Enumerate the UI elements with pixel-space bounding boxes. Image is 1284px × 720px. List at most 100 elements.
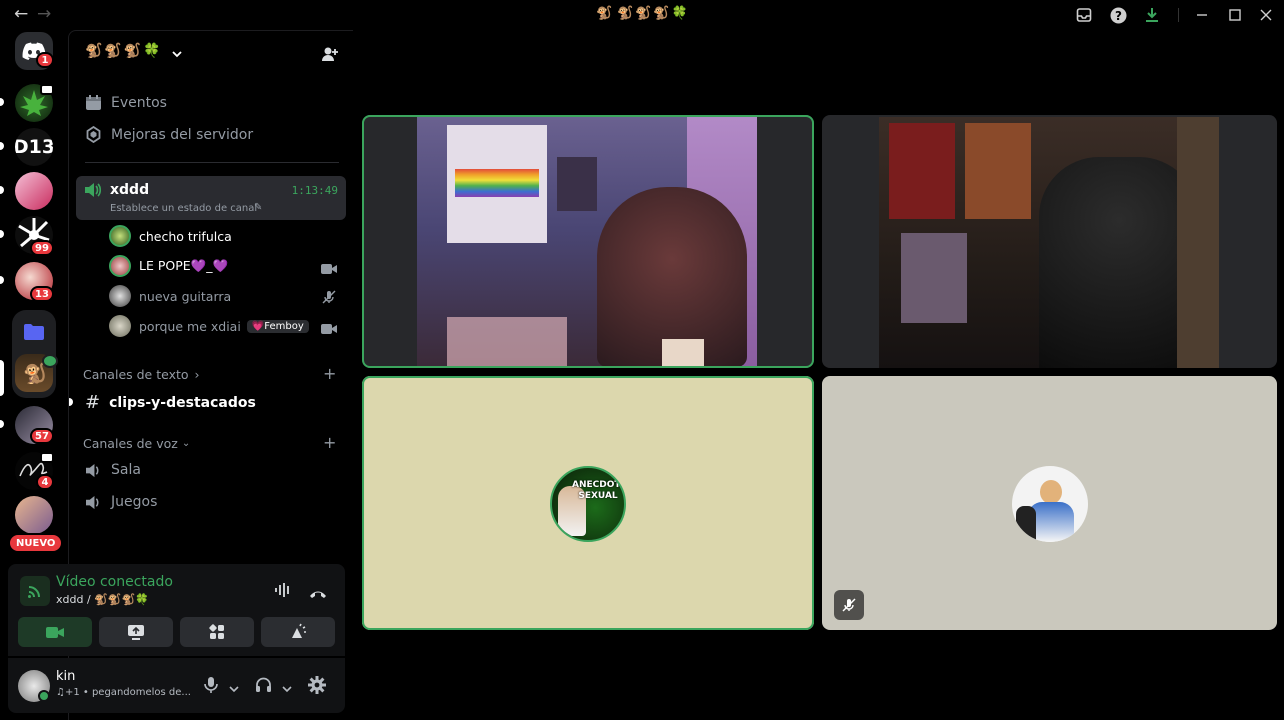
speaker-icon — [86, 495, 99, 509]
soundboard-button[interactable] — [261, 617, 335, 647]
calendar-icon — [86, 95, 101, 110]
voice-channel-name: Sala — [111, 462, 141, 478]
voice-connection-panel: Vídeo conectado xddd / 🐒🐒🐒🍀 — [8, 564, 345, 656]
avatar — [109, 225, 131, 247]
video-tile[interactable] — [822, 376, 1277, 630]
voice-active-indicator-icon — [42, 354, 58, 368]
help-icon[interactable]: ? — [1108, 5, 1128, 25]
home-badge: 1 — [36, 52, 54, 68]
text-channel[interactable]: # clips-y-destacados — [85, 392, 256, 413]
connection-status[interactable]: Vídeo conectado — [56, 574, 173, 590]
unread-pill — [0, 276, 4, 284]
user-panel: kin ♫+1 • pegandomelos de... — [8, 658, 345, 713]
call-timer: 1:13:49 — [291, 184, 338, 197]
activities-icon — [209, 624, 224, 639]
voice-participant[interactable]: porque me xdiai 💗Femboy — [109, 315, 309, 337]
hash-icon: # — [85, 392, 101, 413]
add-channel-icon[interactable]: + — [323, 364, 336, 383]
unread-pill — [0, 98, 4, 106]
boost-icon — [86, 126, 101, 143]
camera-feed — [879, 117, 1219, 368]
boost-label: Mejoras del servidor — [111, 126, 254, 143]
video-tile[interactable] — [362, 115, 814, 368]
events-item[interactable]: Eventos — [85, 94, 167, 111]
voice-participant[interactable]: checho trifulca — [109, 225, 232, 247]
headphones-icon[interactable] — [255, 677, 272, 697]
camera-feed — [417, 117, 757, 366]
connection-signal-icon[interactable] — [20, 576, 50, 606]
voice-channel[interactable]: Sala — [85, 462, 141, 478]
server-icon-small: 🐒 — [596, 6, 613, 21]
voice-channel-xddd[interactable]: xddd 1:13:49 Establece un estado de cana… — [76, 176, 346, 220]
add-channel-icon[interactable]: + — [323, 433, 336, 452]
forward-arrow-icon[interactable]: → — [37, 4, 51, 24]
mic-muted-icon — [322, 289, 336, 308]
username[interactable]: kin — [56, 669, 75, 684]
microphone-icon[interactable] — [204, 677, 218, 697]
text-category-label: Canales de texto — [83, 367, 189, 382]
participant-name: nueva guitarra — [139, 288, 232, 304]
participant-name: porque me xdiai — [139, 318, 241, 334]
new-badge: NUEVO — [8, 533, 64, 553]
unread-pill — [0, 420, 4, 428]
download-icon[interactable] — [1142, 5, 1162, 25]
text-category[interactable]: Canales de texto › — [83, 367, 200, 382]
participant-tag: 💗Femboy — [246, 319, 309, 333]
server-badge: 57 — [30, 428, 54, 444]
title-bar: ← → 🐒 🐒🐒🐒🍀 ? — [0, 0, 1284, 30]
unread-pill — [0, 230, 4, 238]
server-folder[interactable]: 🐒 — [12, 310, 58, 398]
back-arrow-icon[interactable]: ← — [14, 4, 28, 24]
server-badge: 4 — [36, 474, 54, 490]
screen-share-button[interactable] — [99, 617, 173, 647]
server-boost-item[interactable]: Mejoras del servidor — [85, 126, 253, 143]
pencil-icon[interactable]: ✎ — [254, 202, 262, 213]
maximize-icon[interactable] — [1225, 5, 1245, 25]
selected-pill — [0, 360, 4, 396]
activities-button[interactable] — [180, 617, 254, 647]
disconnect-icon[interactable] — [308, 584, 328, 603]
channel-status[interactable]: Establece un estado de canal — [110, 203, 257, 214]
speaker-icon — [84, 182, 102, 202]
unread-pill — [0, 186, 4, 194]
chevron-down-icon[interactable] — [282, 679, 292, 698]
chevron-right-icon: › — [194, 367, 200, 382]
window-title: 🐒🐒🐒🍀 — [617, 6, 690, 21]
video-tile[interactable]: ANECDOTA SEXUAL — [362, 376, 814, 630]
server-icon-d13[interactable]: D13 — [15, 128, 53, 166]
video-tile[interactable] — [822, 115, 1277, 368]
server-icon-couple[interactable] — [15, 496, 53, 534]
chat-bubble-icon — [40, 452, 54, 463]
screen-share-icon — [128, 625, 144, 640]
server-name[interactable]: 🐒🐒🐒🍀 — [85, 43, 163, 59]
avatar — [109, 285, 131, 307]
participant-name: checho trifulca — [139, 228, 232, 244]
settings-gear-icon[interactable] — [308, 676, 326, 698]
svg-text:?: ? — [1115, 9, 1122, 23]
voice-category-label: Canales de voz — [83, 436, 178, 451]
online-status-icon — [38, 690, 50, 702]
noise-suppression-icon[interactable] — [274, 582, 292, 602]
user-activity: ♫+1 • pegandomelos de... — [56, 687, 191, 698]
titlebar-divider — [1178, 8, 1179, 22]
close-icon[interactable] — [1256, 5, 1276, 25]
chevron-down-icon[interactable] — [229, 679, 239, 698]
server-icon-pink[interactable] — [15, 172, 53, 210]
voice-channel[interactable]: Juegos — [85, 494, 157, 510]
minimize-icon[interactable] — [1192, 5, 1212, 25]
add-friend-icon[interactable] — [321, 45, 339, 67]
text-channel-name: clips-y-destacados — [109, 394, 256, 411]
avatar: ANECDOTA SEXUAL — [550, 466, 626, 542]
video-camera-icon — [46, 626, 64, 638]
participant-name: LE POPE💜_💜 — [139, 258, 229, 273]
voice-participant[interactable]: nueva guitarra — [109, 285, 231, 307]
speaker-icon — [86, 463, 99, 477]
connection-location[interactable]: xddd / 🐒🐒🐒🍀 — [56, 593, 149, 606]
voice-participant[interactable]: LE POPE💜_💜 — [109, 255, 228, 277]
avatar — [109, 315, 131, 337]
chat-bubble-icon — [40, 84, 54, 95]
voice-category[interactable]: Canales de voz ⌄ — [83, 436, 190, 451]
camera-button[interactable] — [18, 617, 92, 647]
chevron-down-icon[interactable] — [171, 45, 183, 64]
inbox-icon[interactable] — [1074, 5, 1094, 25]
